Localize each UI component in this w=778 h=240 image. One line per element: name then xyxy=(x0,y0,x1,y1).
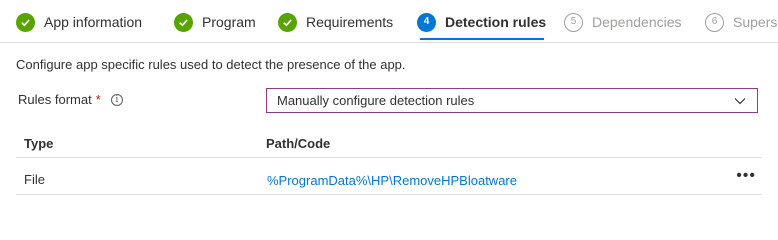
wizard-steps: App information Program Requirements 4 D… xyxy=(0,0,778,43)
step-number-badge: 5 xyxy=(564,12,583,32)
chevron-down-icon xyxy=(734,97,746,104)
step-requirements[interactable]: Requirements xyxy=(278,12,393,32)
rule-path-link[interactable]: %ProgramData%\HP\RemoveHPBloatware xyxy=(267,173,517,188)
rules-format-dropdown[interactable]: Manually configure detection rules xyxy=(266,88,758,113)
rules-format-label-text: Rules format xyxy=(18,92,92,107)
required-marker: * xyxy=(95,92,101,107)
step-label: Dependencies xyxy=(592,14,682,30)
checkmark-icon xyxy=(278,12,297,32)
active-step-indicator xyxy=(420,38,544,40)
step-program[interactable]: Program xyxy=(174,12,256,32)
column-header-type: Type xyxy=(24,136,54,151)
step-label: App information xyxy=(44,14,143,30)
column-header-path: Path/Code xyxy=(266,136,331,151)
step-label: Detection rules xyxy=(445,14,547,30)
step-dependencies[interactable]: 5 Dependencies xyxy=(564,12,682,32)
info-icon[interactable]: i xyxy=(110,93,123,106)
rules-table-header: Type Path/Code xyxy=(16,132,762,158)
step-number-badge: 4 xyxy=(417,12,436,32)
rules-format-label: Rules format * i xyxy=(18,92,123,107)
cell-type: File xyxy=(24,172,45,187)
more-icon[interactable]: ••• xyxy=(736,168,756,184)
checkmark-icon xyxy=(16,12,35,32)
rules-format-selected-value: Manually configure detection rules xyxy=(277,93,475,108)
step-number-badge: 6 xyxy=(705,12,724,32)
step-supersedence[interactable]: 6 Supersedence xyxy=(705,12,778,32)
step-app-information[interactable]: App information xyxy=(16,12,142,32)
step-label: Requirements xyxy=(306,14,394,30)
checkmark-icon xyxy=(174,12,193,32)
step-label: Supersedence xyxy=(733,14,778,30)
page-description: Configure app specific rules used to det… xyxy=(16,57,406,72)
step-detection-rules[interactable]: 4 Detection rules xyxy=(417,12,546,32)
table-row: File %ProgramData%\HP\RemoveHPBloatware … xyxy=(16,166,762,195)
step-label: Program xyxy=(202,14,256,30)
